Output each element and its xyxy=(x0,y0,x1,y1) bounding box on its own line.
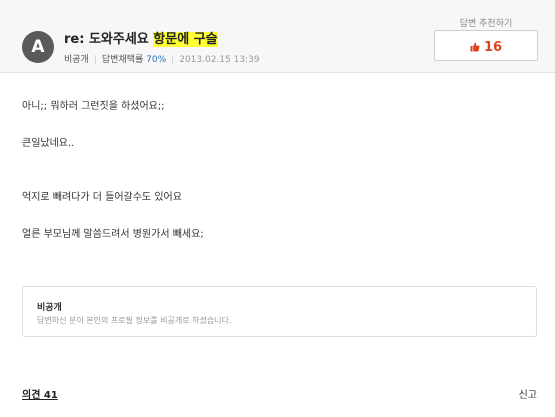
answer-title: re: 도와주세요 항문에 구슬 xyxy=(64,28,218,47)
recommend-count: 16 xyxy=(483,40,503,55)
answer-date: 2013.02.15 13:39 xyxy=(179,55,260,65)
meta-divider: | xyxy=(93,55,97,65)
answer-meta: 비공개 | 답변채택률 70% | 2013.02.15 13:39 xyxy=(64,52,260,65)
avatar: A xyxy=(22,31,54,63)
adoption-rate-value: 70% xyxy=(146,55,167,65)
comments-link[interactable]: 의견 41 xyxy=(22,386,58,401)
answer-line: 큰일났네요.. xyxy=(22,138,75,149)
answer-line: 아니;; 뭐하러 그런짓을 하셨어요;; xyxy=(22,101,165,112)
private-notice-description: 답변하신 분이 본인의 프로필 정보를 비공개로 하셨습니다. xyxy=(37,316,232,325)
answer-line: 억지로 빼려다가 더 들어갈수도 있어요 xyxy=(22,192,182,203)
author-name: 비공개 xyxy=(64,55,89,65)
recommend-button[interactable]: 16 xyxy=(434,30,538,61)
title-text: re: 도와주세요 xyxy=(64,32,154,47)
report-link[interactable]: 신고 xyxy=(519,386,537,401)
answer-line: 얼른 부모님께 말씀드려서 병원가서 빼세요; xyxy=(22,229,204,240)
thumbs-up-icon xyxy=(470,42,480,52)
answer-header: A re: 도와주세요 항문에 구슬 비공개 | 답변채택률 70% | 2013.02… xyxy=(0,0,555,73)
meta-divider: | xyxy=(171,55,175,65)
title-highlight-2: 구슬 xyxy=(193,32,218,47)
adoption-rate-label: 답변채택률 xyxy=(101,55,147,65)
recommend-label: 답변 추천하기 xyxy=(459,19,513,29)
private-notice-title: 비공개 xyxy=(37,303,62,313)
private-profile-notice: 비공개 답변하신 분이 본인의 프로필 정보를 비공개로 하셨습니다. xyxy=(22,286,537,337)
title-highlight-1: 항문에 xyxy=(153,32,190,47)
